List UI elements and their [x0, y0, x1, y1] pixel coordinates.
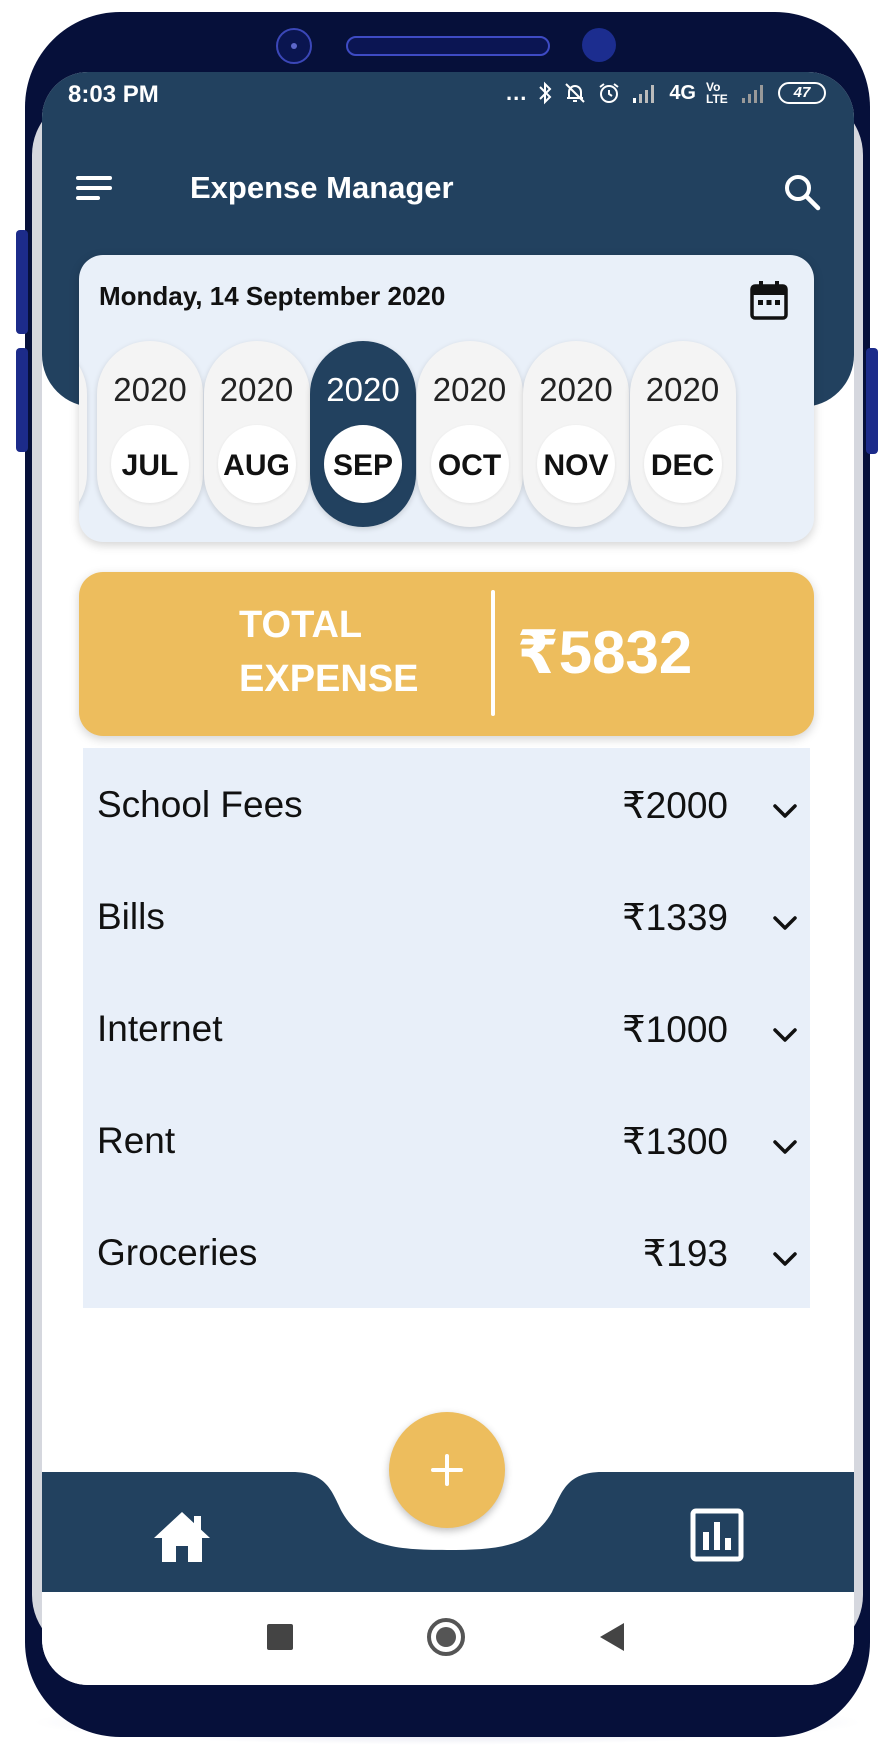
total-divider	[491, 590, 495, 716]
month-pill-sep[interactable]: 2020 SEP	[310, 341, 416, 527]
month-year-label: 2020	[539, 371, 613, 408]
home-system-button[interactable]	[427, 1618, 465, 1656]
system-nav-bar	[42, 1592, 854, 1685]
selected-date-label: Monday, 14 September 2020	[99, 281, 446, 311]
month-name-label: AUG	[223, 449, 290, 482]
expense-amount: ₹1300	[622, 1121, 728, 1162]
volte-indicator: Vo LTE	[706, 80, 728, 106]
status-time: 8:03 PM	[68, 81, 159, 108]
month-pill-nov[interactable]: 2020 NOV	[523, 341, 629, 527]
front-camera	[276, 28, 312, 64]
chevron-down-icon[interactable]	[771, 1250, 799, 1268]
search-icon[interactable]	[782, 172, 822, 212]
chevron-down-icon[interactable]	[771, 1138, 799, 1156]
back-button[interactable]	[600, 1623, 624, 1651]
month-name-label: DEC	[650, 449, 715, 482]
volume-up-button	[16, 230, 28, 334]
network-type: 4G	[669, 81, 696, 104]
expense-category-name: Bills	[97, 896, 165, 937]
month-strip: 2020 JUL 2020 AUG 2020 SEP 2020 OCT 2020 NOV 2020 D…	[79, 341, 814, 531]
month-pill-jul[interactable]: 2020 JUL	[97, 341, 203, 527]
month-circle: OCT	[430, 425, 509, 503]
expense-row[interactable]: Bills ₹1339	[83, 860, 810, 972]
expense-category-name: Groceries	[97, 1232, 258, 1273]
notification-dots: ...	[505, 80, 528, 105]
month-year-label: 2020	[113, 371, 187, 408]
expense-amount: ₹1000	[622, 1009, 728, 1050]
signal-sim2-icon	[742, 85, 763, 103]
bell-off-icon	[565, 83, 586, 103]
app-title: Expense Manager	[190, 170, 454, 205]
month-circle: NOV	[537, 425, 615, 503]
total-expense-label: TOTAL EXPENSE	[239, 604, 419, 700]
add-expense-button[interactable]	[389, 1412, 505, 1528]
home-icon[interactable]	[152, 1508, 212, 1566]
total-expense-value: ₹5832	[517, 619, 693, 686]
month-circle: SEP	[324, 425, 402, 503]
recents-button[interactable]	[267, 1624, 293, 1650]
status-icons: ... 4G Vo LTE 47	[506, 80, 826, 106]
expense-category-name: School Fees	[97, 784, 303, 825]
signal-icon	[633, 85, 655, 103]
expense-amount: ₹1339	[622, 897, 728, 938]
month-pill-aug[interactable]: 2020 AUG	[203, 341, 310, 527]
expense-row[interactable]: Internet ₹1000	[83, 972, 810, 1084]
date-selector-card: Monday, 14 September 2020 2020 JUL 2020 AUG…	[79, 255, 814, 542]
volume-down-button	[16, 348, 28, 452]
power-button	[866, 348, 878, 454]
expense-row[interactable]: Rent ₹1300	[83, 1084, 810, 1196]
month-year-label: 2020	[432, 371, 507, 408]
month-circle: DEC	[643, 425, 722, 503]
chevron-down-icon[interactable]	[771, 802, 799, 820]
app-bar: Expense Manager	[42, 152, 854, 222]
battery-indicator: 47	[778, 82, 826, 104]
month-name-label: SEP	[332, 449, 394, 482]
plus-icon	[431, 1454, 463, 1486]
month-pill-oct[interactable]: 2020 OCT	[416, 341, 523, 527]
month-year-label: 2020	[326, 371, 400, 408]
chevron-down-icon[interactable]	[771, 1026, 799, 1044]
total-expense-card: TOTAL EXPENSE ₹5832	[79, 572, 814, 736]
status-bar: 8:03 PM ... 4G Vo LTE 47	[42, 72, 854, 116]
month-pill-partial[interactable]	[79, 341, 87, 527]
expense-amount: ₹2000	[622, 785, 728, 826]
expense-row[interactable]: School Fees ₹2000	[83, 748, 810, 860]
bar-chart-icon[interactable]	[690, 1508, 744, 1562]
earpiece-speaker	[346, 36, 550, 56]
month-circle: JUL	[111, 425, 189, 503]
expense-row[interactable]: Groceries ₹193	[83, 1196, 810, 1308]
expense-category-name: Internet	[97, 1008, 223, 1049]
month-pill-dec[interactable]: 2020 DEC	[629, 341, 736, 527]
month-name-label: OCT	[437, 449, 502, 482]
calendar-icon[interactable]	[749, 279, 789, 321]
proximity-sensor	[582, 28, 616, 62]
month-year-label: 2020	[645, 371, 720, 408]
month-year-label: 2020	[219, 371, 294, 408]
app-screen: 8:03 PM ... 4G Vo LTE 47 Expense Manager…	[42, 72, 854, 1685]
month-name-label: JUL	[121, 449, 179, 482]
month-circle: AUG	[217, 425, 296, 503]
expense-category-name: Rent	[97, 1120, 176, 1161]
expense-amount: ₹193	[642, 1233, 728, 1274]
bluetooth-icon	[539, 81, 552, 105]
chevron-down-icon[interactable]	[771, 914, 799, 932]
month-name-label: NOV	[543, 449, 609, 482]
hamburger-menu-icon[interactable]	[76, 172, 116, 204]
alarm-icon	[599, 83, 619, 103]
